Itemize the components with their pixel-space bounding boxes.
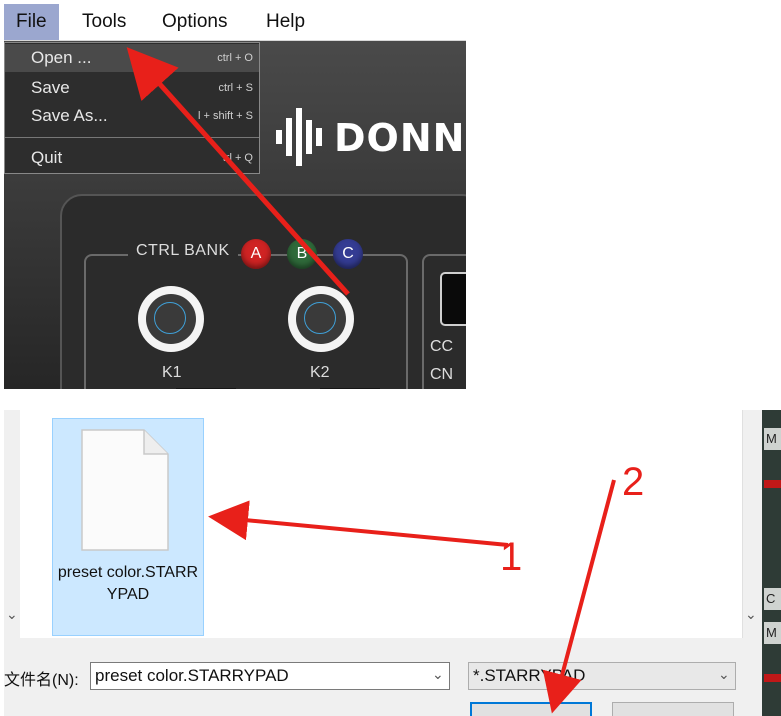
open-button[interactable] [470,702,592,716]
menu-item-shortcut: ctrl + O [217,52,253,64]
cancel-button[interactable] [612,702,734,716]
menu-tools[interactable]: Tools [70,4,138,40]
ctrl-bank-frame [84,254,408,389]
file-menu-dropdown: Open ... ctrl + O Save ctrl + S Save As.… [4,42,260,174]
filename-input[interactable]: preset color.STARRYPAD [90,662,450,690]
waveform-logo-icon [276,108,322,166]
cn-label: CN [430,366,454,383]
menu-item-label: Open ... [31,48,92,67]
chevron-down-icon[interactable]: ⌄ [718,666,730,683]
menu-separator [5,137,259,138]
menu-help[interactable]: Help [254,4,317,40]
brand-logo-text: DONNE [334,116,466,160]
scrollbar-left[interactable] [4,410,20,638]
menu-item-label: Save [31,78,70,97]
menu-item-quit[interactable]: Quit trl + Q [5,144,259,172]
open-file-dialog: ⌄ preset color.STARRYPAD ⌄ M C M 文件名(N):… [4,410,781,716]
side-label: C [764,588,781,610]
bank-a-button[interactable]: A [241,239,271,269]
side-indicator [764,674,781,682]
menu-item-label: Quit [31,148,63,167]
menu-item-save[interactable]: Save ctrl + S [5,74,259,102]
side-label: M [764,428,781,450]
knob-k2-label: K2 [310,364,330,381]
menu-item-save-as[interactable]: Save As... l + shift + S [5,102,259,130]
knob-k1-label: K1 [162,364,182,381]
menu-options[interactable]: Options [150,4,239,40]
background-window-strip [762,410,781,716]
menu-item-label: Save As... [31,106,108,125]
app-window: DONNE CTRL BANK A B C K1 K2 CC CN File T… [4,4,466,389]
file-type-select[interactable]: *.STARRYPAD [468,662,736,690]
side-indicator [764,480,781,488]
chevron-down-icon[interactable]: ⌄ [745,606,757,623]
chevron-down-icon[interactable]: ⌄ [6,606,18,623]
menu-item-shortcut: trl + Q [222,152,253,164]
bank-b-button[interactable]: B [287,239,317,269]
cc-label: CC [430,338,454,355]
document-icon [81,429,169,551]
fader-slot [176,388,236,389]
menu-item-shortcut: l + shift + S [197,110,253,122]
knob-k2[interactable] [288,286,354,352]
side-label: M [764,622,781,644]
filename-label: 文件名(N): [4,672,79,689]
fader-slot [320,388,380,389]
display-screen [440,272,466,326]
bank-c-button[interactable]: C [333,239,363,269]
menu-item-open[interactable]: Open ... ctrl + O [5,44,259,72]
ctrl-bank-label: CTRL BANK [128,242,238,260]
chevron-down-icon[interactable]: ⌄ [432,666,444,683]
menu-file[interactable]: File [4,4,59,40]
scrollbar-right[interactable] [742,410,761,638]
menu-bar: File Tools Options Help [4,4,466,41]
file-item-name: preset color.STARRYPAD [57,564,199,603]
menu-item-shortcut: ctrl + S [218,82,253,94]
knob-k1[interactable] [138,286,204,352]
